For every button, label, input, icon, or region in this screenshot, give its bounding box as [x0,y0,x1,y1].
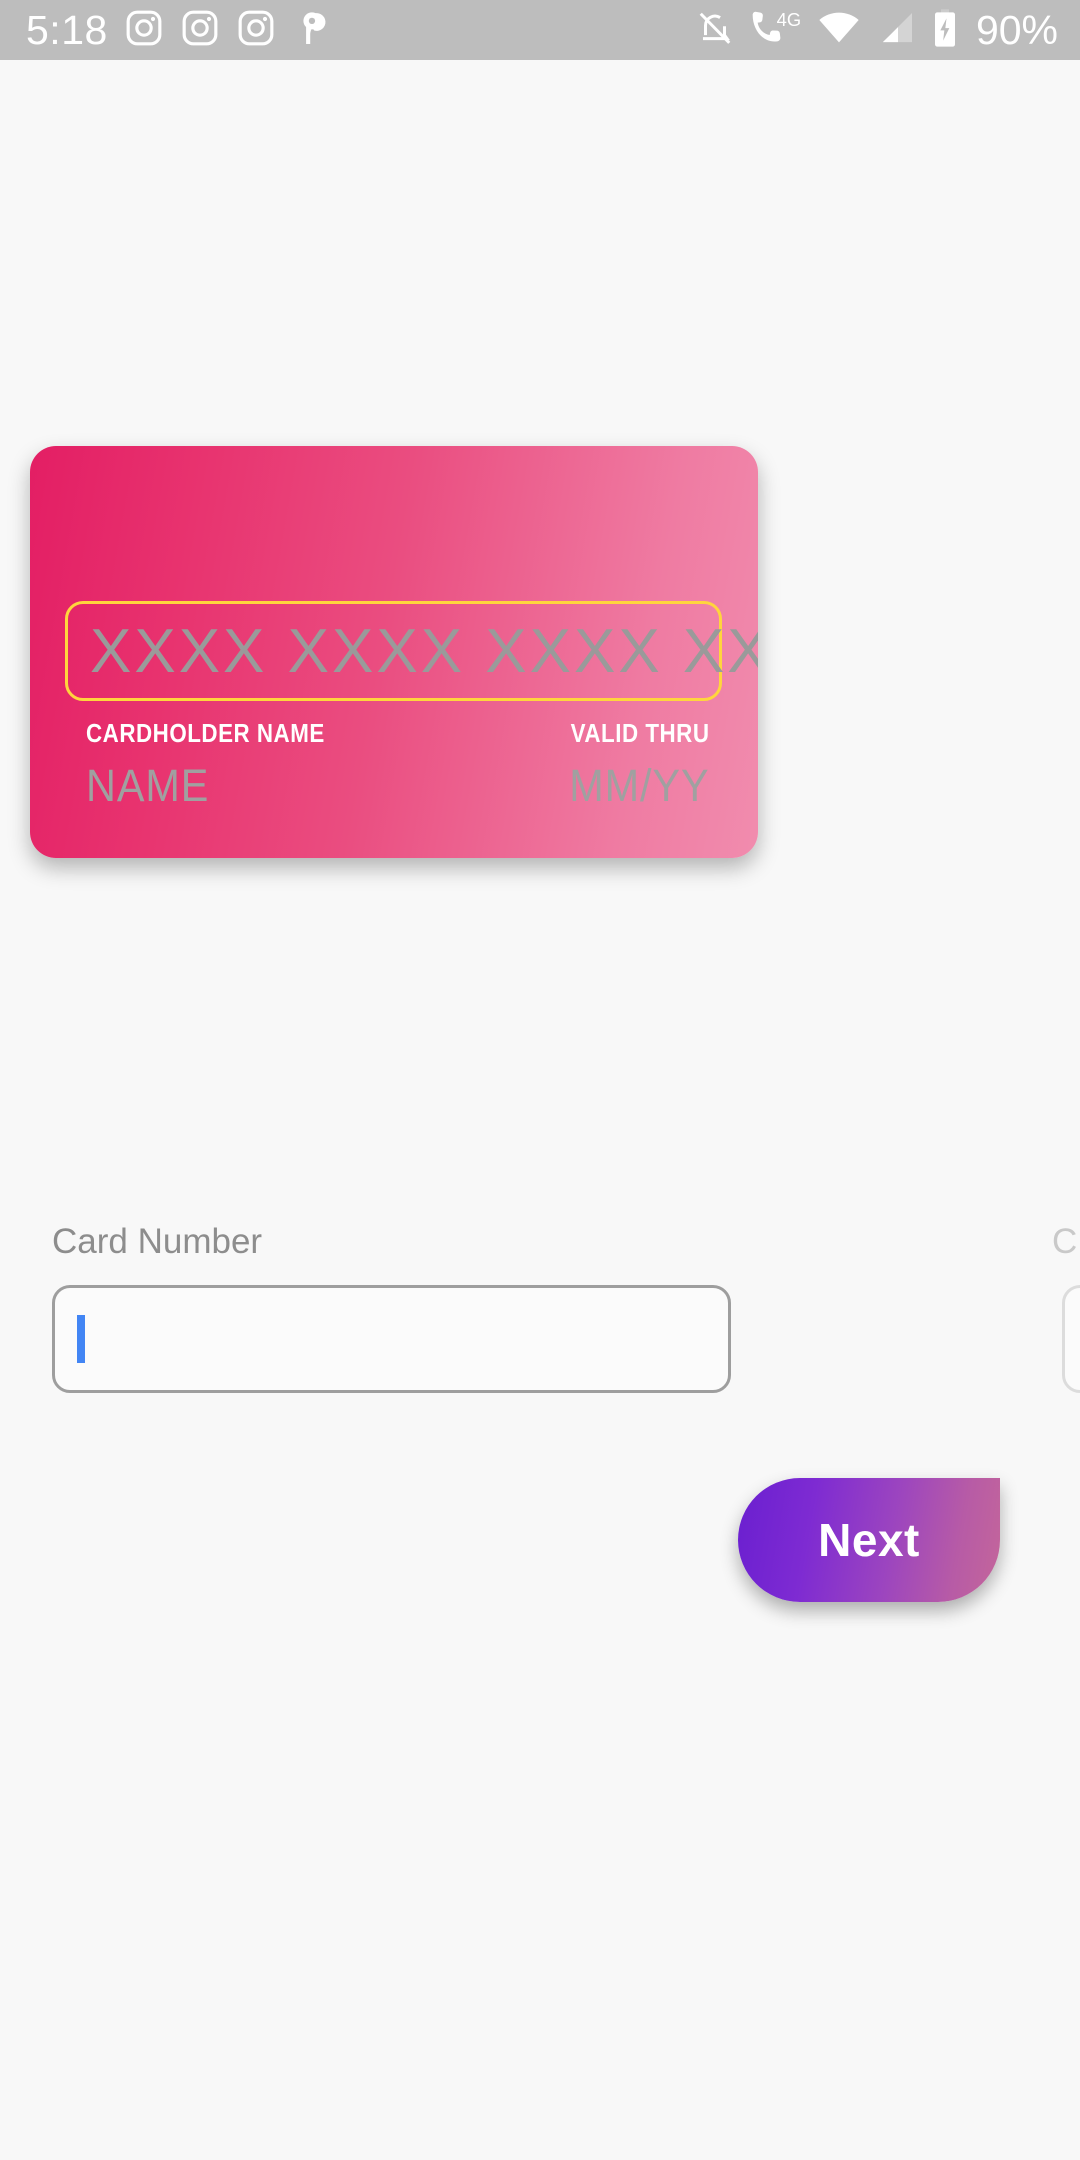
mobile-data-label: 4G [777,9,801,30]
status-bar-left: 5:18 [26,8,330,53]
wifi-icon [816,8,862,53]
status-bar-right: 4G 90% [696,8,1058,53]
instagram-icon [180,8,220,53]
status-bar: 5:18 4G 90% [0,0,1080,60]
next-button[interactable]: Next [738,1478,1000,1602]
card-number-input[interactable] [52,1285,731,1393]
notifications-off-icon [696,8,734,53]
mobile-data-4g-icon: 4G [748,8,802,53]
card-values-row: NAME MM/YY [86,760,710,812]
text-caret [77,1315,85,1363]
pinterest-icon [292,8,330,53]
next-field-input-partial[interactable] [1062,1285,1080,1393]
card-number-highlight: XXXX XXXX XXXX XXXX [65,601,758,701]
cardholder-name-value: NAME [86,760,210,811]
card-expiry-value: MM/YY [569,760,710,811]
cardholder-name-label: CARDHOLDER NAME [86,718,325,748]
status-bar-clock: 5:18 [26,6,108,53]
instagram-icon [236,8,276,53]
card-labels-row: CARDHOLDER NAME VALID THRU [86,718,710,749]
instagram-icon [124,8,164,53]
valid-thru-label: VALID THRU [571,718,710,748]
card-number-field-label: Card Number [52,1222,263,1261]
battery-charging-icon [932,8,958,53]
battery-percent-label: 90% [975,6,1058,53]
cellular-signal-icon [876,8,918,53]
credit-card-preview: XXXX XXXX XXXX XXXX CARDHOLDER NAME VALI… [30,446,758,858]
next-field-label-partial: C [1052,1222,1078,1261]
card-number-placeholder: XXXX XXXX XXXX XXXX [90,616,758,686]
